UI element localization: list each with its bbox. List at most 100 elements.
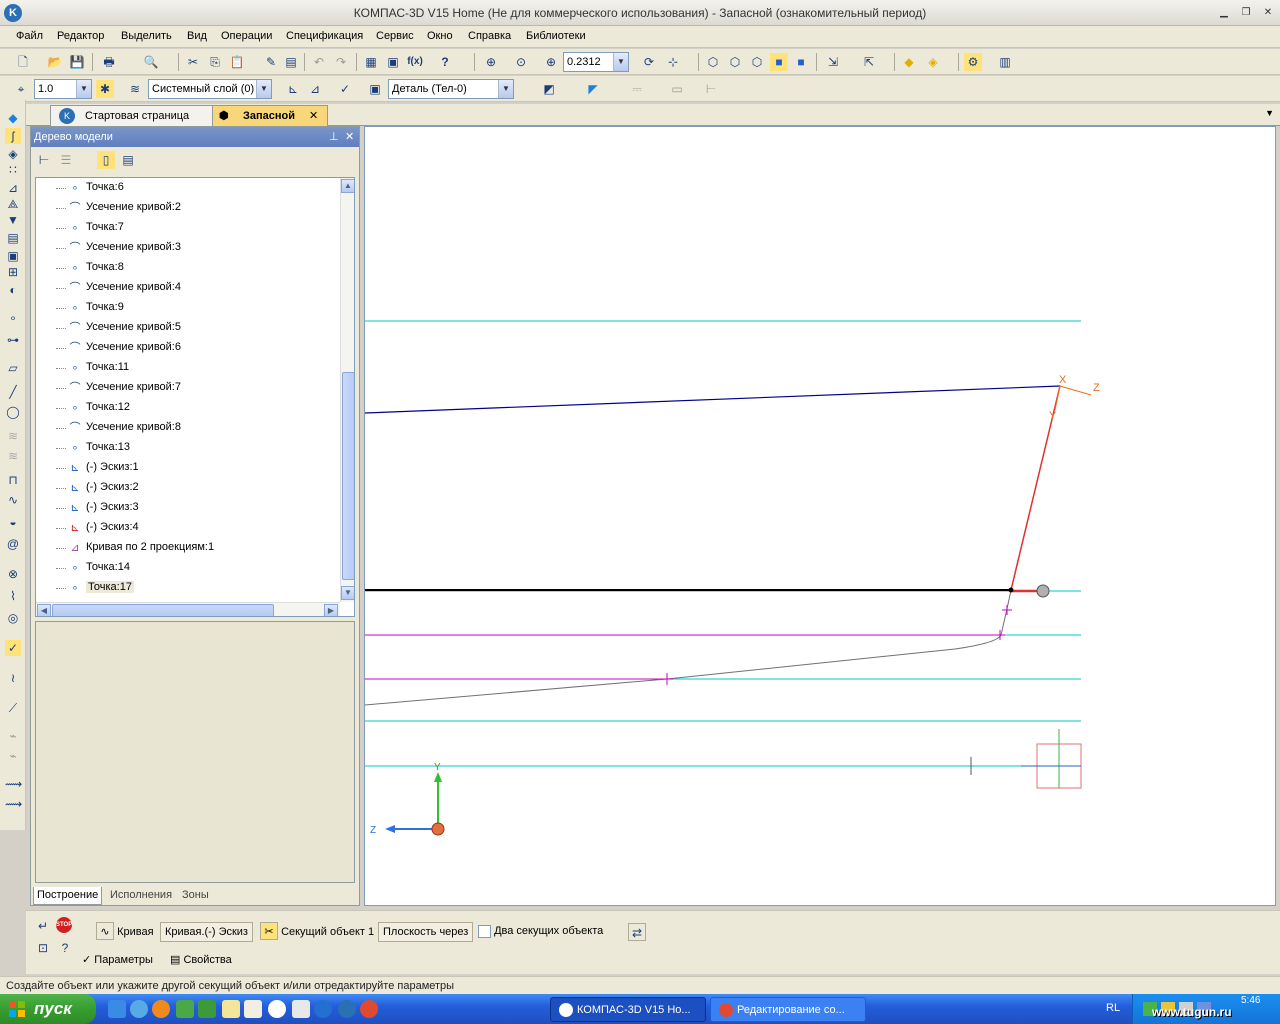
horizontal-scrollbar[interactable]: ◀ ▶ bbox=[36, 602, 340, 616]
taskbar-browser[interactable]: Редактирование со... bbox=[710, 997, 866, 1022]
undo-icon[interactable]: ↶ bbox=[310, 53, 328, 71]
notepad-icon[interactable] bbox=[222, 1000, 240, 1018]
player-icon[interactable] bbox=[268, 1000, 286, 1018]
tree-item[interactable]: ⊾ (-) Эскиз:1 bbox=[36, 458, 336, 478]
open-file-icon[interactable]: 📂 bbox=[46, 53, 64, 71]
tree-item[interactable]: ∘ Точка:7 bbox=[36, 218, 336, 238]
pen-icon[interactable] bbox=[292, 1000, 310, 1018]
tab-properties[interactable]: ▤ Свойства bbox=[170, 951, 232, 971]
tree-item[interactable]: ⊾ (-) Эскиз:2 bbox=[36, 478, 336, 498]
detail-icon[interactable]: ▣ bbox=[366, 80, 384, 98]
elements-icon[interactable]: ⊞ bbox=[5, 264, 21, 280]
circle-tool-icon[interactable]: ◯ bbox=[5, 404, 21, 420]
clock[interactable]: 5:46 bbox=[1241, 995, 1260, 1006]
close-icon[interactable]: ✕ bbox=[345, 127, 354, 147]
tree-item[interactable]: ⌒ Усечение кривой:8 bbox=[36, 418, 336, 438]
layer-icon[interactable]: ≋ bbox=[126, 80, 144, 98]
copy-icon[interactable]: ⎘ bbox=[206, 53, 224, 71]
shaded-edges-icon[interactable]: ■ bbox=[792, 53, 810, 71]
curve-field[interactable]: ∿ Кривая bbox=[96, 922, 154, 942]
puzzle-icon[interactable] bbox=[198, 1000, 216, 1018]
start-button[interactable]: пуск bbox=[0, 994, 96, 1024]
check-icon[interactable]: ✓ bbox=[336, 80, 354, 98]
model-icon[interactable]: ◆ bbox=[900, 53, 918, 71]
tree-item[interactable]: ∘ Точка:13 bbox=[36, 438, 336, 458]
media-icon[interactable] bbox=[130, 1000, 148, 1018]
model-viewport[interactable]: X Z Y Y Z bbox=[364, 126, 1276, 906]
menu-service[interactable]: Сервис bbox=[376, 30, 414, 42]
curve-2proj-icon[interactable]: ◎ bbox=[5, 610, 21, 626]
tree-list-icon[interactable]: ▤ bbox=[119, 151, 137, 169]
color-icon[interactable]: ◤ bbox=[584, 80, 602, 98]
scroll-right-icon[interactable]: ▶ bbox=[324, 604, 338, 616]
settings-highlight-icon[interactable]: ⚙ bbox=[964, 53, 982, 71]
zoom-fit-icon[interactable]: ⊙ bbox=[512, 53, 530, 71]
tab-zapasnoy[interactable]: ⬢ Запасной ✕ bbox=[212, 105, 328, 126]
polyline-icon[interactable]: ⊓ bbox=[5, 472, 21, 488]
cs-icon[interactable]: ⊿ bbox=[306, 80, 324, 98]
surface-curve-icon[interactable]: ◒ bbox=[5, 514, 21, 530]
drag-handle[interactable] bbox=[1036, 584, 1050, 598]
zoom-window-icon[interactable]: ⊕ bbox=[482, 53, 500, 71]
ie-icon[interactable] bbox=[108, 1000, 126, 1018]
taskbar-kompas[interactable]: КОМПАС-3D V15 Ho... bbox=[550, 997, 706, 1022]
close-icon[interactable]: ✕ bbox=[309, 106, 318, 126]
save-icon[interactable]: 💾 bbox=[68, 53, 86, 71]
pin-icon[interactable]: ⊥ bbox=[329, 127, 339, 147]
spiral-icon[interactable]: @ bbox=[5, 536, 21, 552]
scroll-left-icon[interactable]: ◀ bbox=[37, 604, 51, 616]
blue-curve-line[interactable] bbox=[364, 385, 1061, 414]
tree-item[interactable]: ⌒ Усечение кривой:5 bbox=[36, 318, 336, 338]
disabled-tool-1-icon[interactable]: ⌁ bbox=[5, 728, 21, 744]
point-tool-icon[interactable]: ∘ bbox=[5, 310, 21, 326]
filter-icon[interactable]: ⇲ bbox=[824, 53, 842, 71]
surfaces-icon[interactable]: ◈ bbox=[5, 146, 21, 162]
chrome-icon[interactable] bbox=[360, 1000, 378, 1018]
tree-item[interactable]: ∘ Точка:8 bbox=[36, 258, 336, 278]
spline-icon[interactable]: ∿ bbox=[5, 492, 21, 508]
manager-icon[interactable]: ▦ bbox=[362, 53, 380, 71]
zoom-icon[interactable]: ⊕ bbox=[542, 53, 560, 71]
tree-item[interactable]: ⊾ (-) Эскиз:3 bbox=[36, 498, 336, 518]
cutter-field[interactable]: ✂ Секущий объект 1 bbox=[260, 922, 374, 942]
menu-operations[interactable]: Операции bbox=[221, 30, 272, 42]
new-file-icon[interactable]: 🗋 bbox=[14, 53, 32, 71]
detail-combo[interactable]: Деталь (Тел-0) ▼ bbox=[388, 79, 514, 99]
tree-view-icon[interactable]: ⊢ bbox=[35, 151, 53, 169]
tab-parameters[interactable]: ✓ Параметры bbox=[82, 951, 153, 971]
tab-zones[interactable]: Зоны bbox=[179, 887, 212, 905]
thin-lines-icon[interactable]: ⬡ bbox=[748, 53, 766, 71]
orientation-icon[interactable]: ⊹ bbox=[664, 53, 682, 71]
tree-mode-icon[interactable]: ▯ bbox=[97, 151, 115, 169]
select-filter-icon[interactable]: ⇱ bbox=[860, 53, 878, 71]
helix2-icon[interactable]: ≋ bbox=[5, 448, 21, 464]
disabled-tool-2-icon[interactable]: ⌁ bbox=[5, 748, 21, 764]
tab-construction[interactable]: Построение bbox=[33, 887, 103, 905]
menu-specification[interactable]: Спецификация bbox=[286, 30, 363, 42]
tree-item[interactable]: ⊿ Кривая по 2 проекциям:1 bbox=[36, 538, 336, 558]
document-settings-icon[interactable]: ▥ bbox=[996, 53, 1014, 71]
sheet-metal-icon[interactable]: ◐ bbox=[5, 282, 21, 298]
stop-icon[interactable]: STOP bbox=[56, 917, 72, 933]
trim-curve-tool-icon[interactable]: ✓ bbox=[5, 640, 21, 656]
print-icon[interactable]: 🖶 bbox=[100, 53, 118, 71]
aux-geometry-icon[interactable]: ⊿ bbox=[5, 180, 21, 196]
wireframe-icon[interactable]: ⬡ bbox=[704, 53, 722, 71]
fillet-curve-icon[interactable]: ⟋ bbox=[5, 700, 21, 716]
firefox-icon[interactable] bbox=[152, 1000, 170, 1018]
gray-curve[interactable] bbox=[364, 589, 1012, 706]
properties-icon[interactable]: ▤ bbox=[282, 53, 300, 71]
line-style-icon[interactable]: ⎓ bbox=[628, 80, 646, 98]
plane-tool-icon[interactable]: ▱ bbox=[5, 360, 21, 376]
menu-libraries[interactable]: Библиотеки bbox=[526, 30, 586, 42]
spec-icon[interactable]: ▤ bbox=[5, 230, 21, 246]
tab-list-icon[interactable]: ▼ bbox=[1265, 108, 1274, 118]
tree-item[interactable]: ⌒ Усечение кривой:7 bbox=[36, 378, 336, 398]
menu-editor[interactable]: Редактор bbox=[57, 30, 104, 42]
help-icon[interactable]: ? bbox=[56, 939, 74, 957]
redo-icon[interactable]: ↷ bbox=[332, 53, 350, 71]
layer-combo[interactable]: Системный слой (0) ▼ bbox=[148, 79, 272, 99]
checkbox-box[interactable] bbox=[478, 924, 491, 938]
tree-item[interactable]: ⌒ Усечение кривой:3 bbox=[36, 238, 336, 258]
layer-visibility-icon[interactable]: ◈ bbox=[924, 53, 942, 71]
